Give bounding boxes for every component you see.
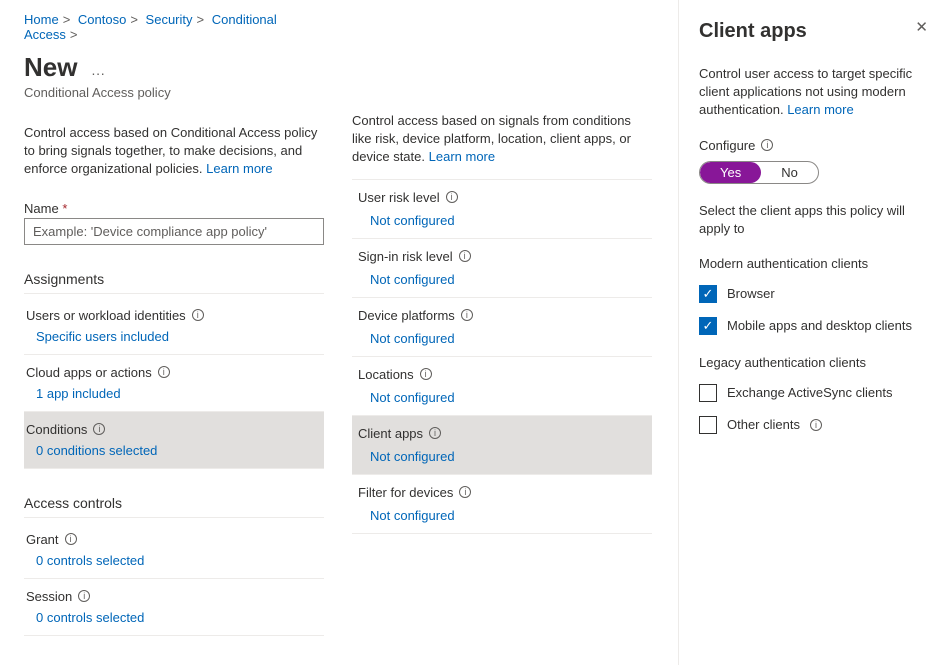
- locations-row[interactable]: Locations i Not configured: [352, 357, 652, 416]
- assignments-section: Assignments: [24, 271, 324, 294]
- checkbox-icon: [699, 416, 717, 434]
- device-platforms-value: Not configured: [358, 331, 646, 350]
- breadcrumb-security[interactable]: Security: [146, 12, 193, 27]
- info-icon[interactable]: i: [459, 486, 471, 498]
- session-label: Session: [26, 589, 72, 604]
- other-clients-checkbox[interactable]: Other clients i: [699, 416, 928, 434]
- name-input[interactable]: [24, 218, 324, 245]
- info-icon[interactable]: i: [192, 309, 204, 321]
- toggle-no[interactable]: No: [761, 162, 818, 183]
- filter-devices-value: Not configured: [358, 508, 646, 527]
- users-label: Users or workload identities: [26, 308, 186, 323]
- eas-label: Exchange ActiveSync clients: [727, 385, 892, 400]
- client-apps-value: Not configured: [358, 449, 646, 468]
- learn-more-link[interactable]: Learn more: [206, 161, 272, 176]
- locations-value: Not configured: [358, 390, 646, 409]
- session-value: 0 controls selected: [26, 610, 322, 631]
- checkbox-icon: [699, 384, 717, 402]
- conditions-value: 0 conditions selected: [26, 443, 322, 464]
- panel-description: Control user access to target specific c…: [699, 65, 928, 120]
- grant-value: 0 controls selected: [26, 553, 322, 574]
- breadcrumb-home[interactable]: Home: [24, 12, 59, 27]
- grant-label: Grant: [26, 532, 59, 547]
- user-risk-label: User risk level: [358, 190, 440, 205]
- panel-learn-more-link[interactable]: Learn more: [787, 102, 853, 117]
- signin-risk-value: Not configured: [358, 272, 646, 291]
- page-subtitle: Conditional Access policy: [24, 85, 324, 100]
- configure-toggle[interactable]: Yes No: [699, 161, 819, 184]
- info-icon[interactable]: i: [446, 191, 458, 203]
- browser-checkbox[interactable]: ✓ Browser: [699, 285, 928, 303]
- breadcrumb-contoso[interactable]: Contoso: [78, 12, 126, 27]
- info-icon[interactable]: i: [65, 533, 77, 545]
- checkbox-icon: ✓: [699, 317, 717, 335]
- signin-risk-row[interactable]: Sign-in risk level i Not configured: [352, 239, 652, 298]
- info-icon[interactable]: i: [158, 366, 170, 378]
- legacy-auth-title: Legacy authentication clients: [699, 355, 928, 370]
- cloud-apps-label: Cloud apps or actions: [26, 365, 152, 380]
- cloud-apps-value: 1 app included: [26, 386, 322, 407]
- users-value: Specific users included: [26, 329, 322, 350]
- page-description: Control access based on Conditional Acce…: [24, 124, 324, 179]
- close-icon[interactable]: ✕: [915, 20, 928, 35]
- mobile-checkbox[interactable]: ✓ Mobile apps and desktop clients: [699, 317, 928, 335]
- conditions-row[interactable]: Conditions i 0 conditions selected: [24, 412, 324, 469]
- users-row[interactable]: Users or workload identities i Specific …: [24, 298, 324, 355]
- conditions-learn-more-link[interactable]: Learn more: [429, 149, 495, 164]
- toggle-yes[interactable]: Yes: [700, 162, 761, 183]
- info-icon[interactable]: i: [459, 250, 471, 262]
- eas-checkbox[interactable]: Exchange ActiveSync clients: [699, 384, 928, 402]
- filter-devices-label: Filter for devices: [358, 485, 453, 500]
- browser-label: Browser: [727, 286, 775, 301]
- modern-auth-title: Modern authentication clients: [699, 256, 928, 271]
- cloud-apps-row[interactable]: Cloud apps or actions i 1 app included: [24, 355, 324, 412]
- user-risk-row[interactable]: User risk level i Not configured: [352, 180, 652, 239]
- info-icon[interactable]: i: [810, 419, 822, 431]
- info-icon[interactable]: i: [761, 139, 773, 151]
- signin-risk-label: Sign-in risk level: [358, 249, 453, 264]
- name-label: Name *: [24, 201, 324, 216]
- more-icon[interactable]: ···: [91, 65, 105, 81]
- breadcrumb: Home> Contoso> Security> Conditional Acc…: [24, 12, 324, 42]
- filter-devices-row[interactable]: Filter for devices i Not configured: [352, 475, 652, 534]
- session-row[interactable]: Session i 0 controls selected: [24, 579, 324, 636]
- grant-row[interactable]: Grant i 0 controls selected: [24, 522, 324, 579]
- client-apps-panel: Client apps ✕ Control user access to tar…: [678, 0, 948, 665]
- conditions-description: Control access based on signals from con…: [352, 112, 652, 167]
- info-icon[interactable]: i: [93, 423, 105, 435]
- device-platforms-row[interactable]: Device platforms i Not configured: [352, 298, 652, 357]
- locations-label: Locations: [358, 367, 414, 382]
- client-apps-label: Client apps: [358, 426, 423, 441]
- configure-label: Configure: [699, 138, 755, 153]
- other-clients-label: Other clients: [727, 417, 800, 432]
- panel-title: Client apps: [699, 20, 807, 43]
- select-instruction: Select the client apps this policy will …: [699, 202, 928, 238]
- info-icon[interactable]: i: [78, 590, 90, 602]
- page-title: New: [24, 52, 77, 83]
- mobile-label: Mobile apps and desktop clients: [727, 318, 912, 333]
- info-icon[interactable]: i: [461, 309, 473, 321]
- user-risk-value: Not configured: [358, 213, 646, 232]
- device-platforms-label: Device platforms: [358, 308, 455, 323]
- checkbox-icon: ✓: [699, 285, 717, 303]
- client-apps-row[interactable]: Client apps i Not configured: [352, 416, 652, 475]
- info-icon[interactable]: i: [429, 427, 441, 439]
- info-icon[interactable]: i: [420, 368, 432, 380]
- conditions-label: Conditions: [26, 422, 87, 437]
- access-controls-section: Access controls: [24, 495, 324, 518]
